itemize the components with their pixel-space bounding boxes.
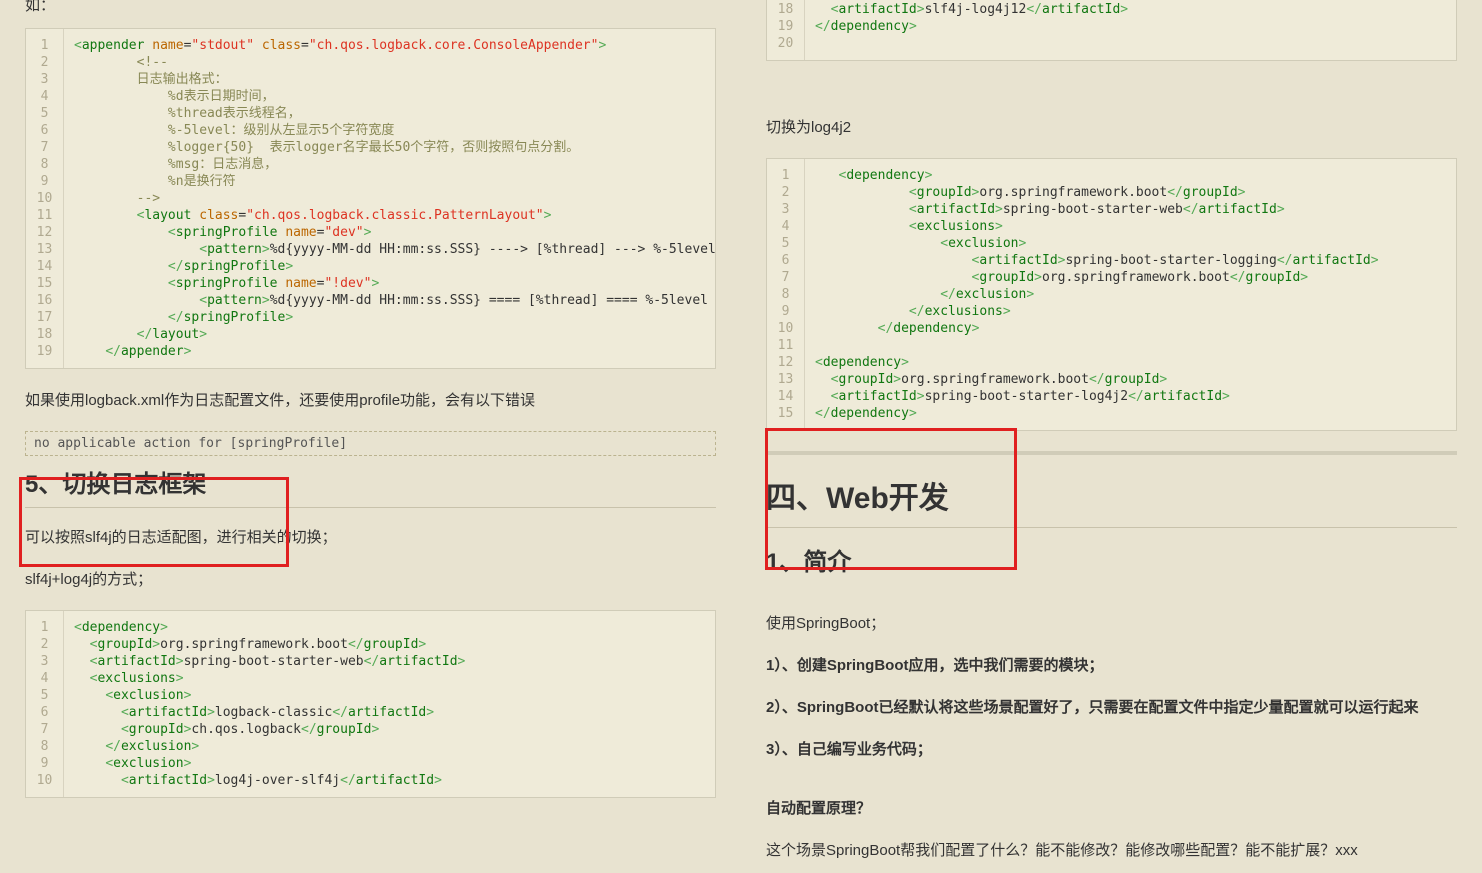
para-switch-log4j2: 切换为log4j2: [766, 116, 1457, 140]
heading-web-dev: 四、Web开发: [766, 473, 1457, 528]
step-1: 1）、创建SpringBoot应用，选中我们需要的模块；: [766, 654, 1457, 678]
heading-intro: 1、简介: [766, 542, 1457, 577]
question-details: 这个场景SpringBoot帮我们配置了什么？能不能修改？能修改哪些配置？能不能…: [766, 839, 1457, 863]
question-auto-config: 自动配置原理？: [766, 797, 1457, 821]
section-divider: [766, 451, 1457, 455]
code-block-1[interactable]: 12345678910111213141516171819 <appender …: [25, 28, 716, 369]
para-logback: 如果使用logback.xml作为日志配置文件，还要使用profile功能，会有…: [25, 389, 716, 413]
intro-text: 如：: [25, 0, 716, 18]
code-block-4[interactable]: 123456789101112131415 <dependency> <grou…: [766, 158, 1457, 431]
para-use-springboot: 使用SpringBoot；: [766, 612, 1457, 636]
code-block-3[interactable]: 181920 <artifactId>slf4j-log4j12</artifa…: [766, 0, 1457, 61]
right-column: 181920 <artifactId>slf4j-log4j12</artifa…: [741, 0, 1482, 873]
heading-switch-log: 5、切换日志框架: [25, 464, 716, 508]
para-slf4j-log4j: slf4j+log4j的方式；: [25, 568, 716, 592]
step-2: 2）、SpringBoot已经默认将这些场景配置好了，只需要在配置文件中指定少量…: [766, 696, 1457, 720]
code-block-2[interactable]: 12345678910 <dependency> <groupId>org.sp…: [25, 610, 716, 798]
left-column: 如： 12345678910111213141516171819 <append…: [0, 0, 741, 873]
para-slf4j-switch: 可以按照slf4j的日志适配图，进行相关的切换；: [25, 526, 716, 550]
error-box: no applicable action for [springProfile]: [25, 431, 716, 456]
step-3: 3）、自己编写业务代码；: [766, 738, 1457, 762]
